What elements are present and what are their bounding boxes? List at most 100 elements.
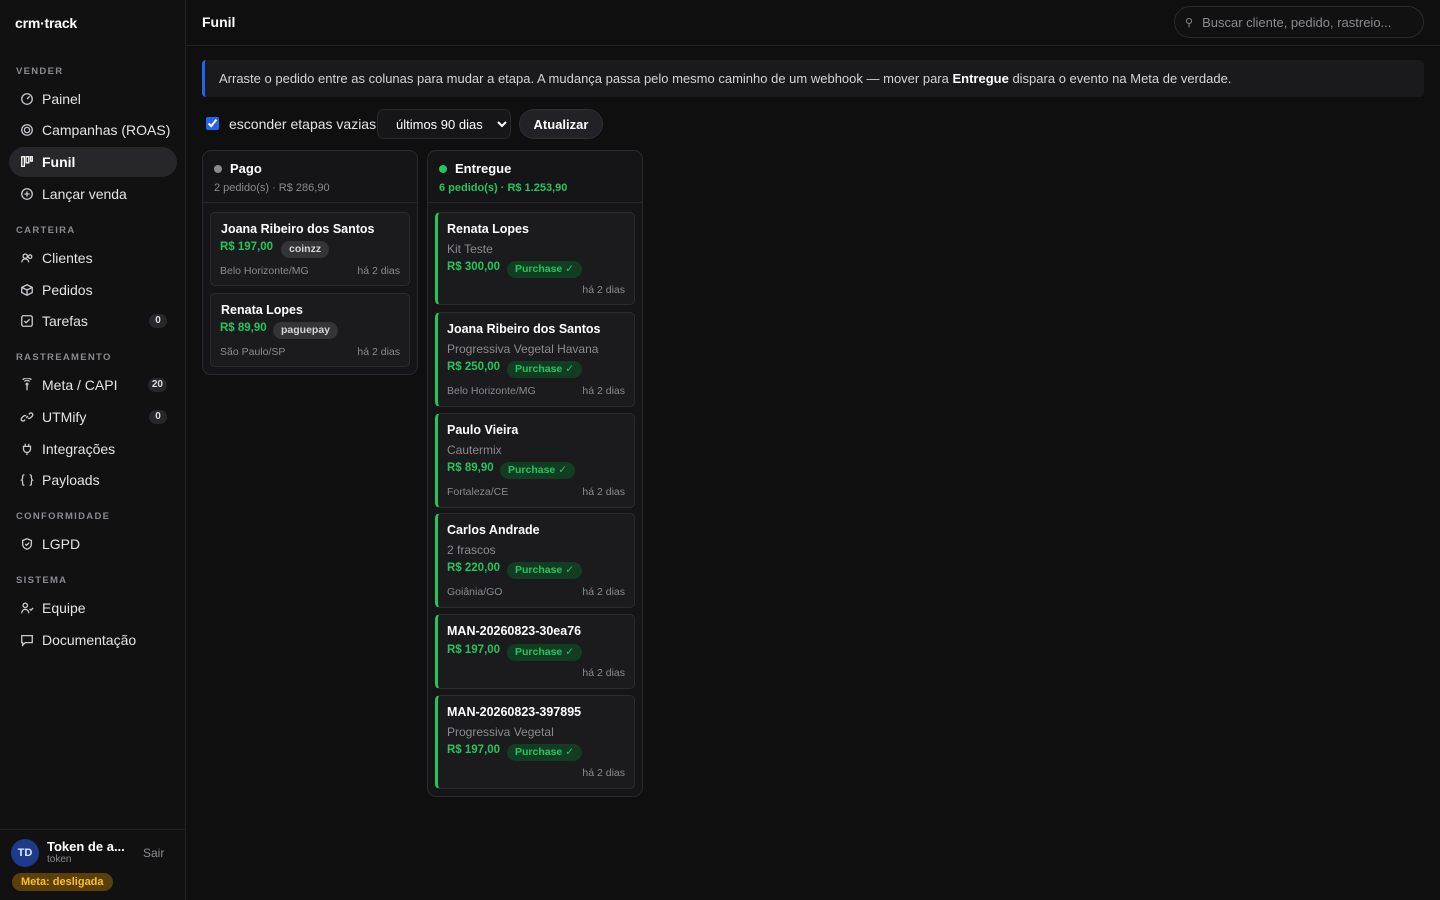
target-icon — [20, 123, 34, 137]
meta-status-badge: Meta: desligada — [12, 873, 113, 891]
page-title: Funil — [202, 14, 236, 30]
column-header: Entregue 6 pedido(s) · R$ 1.253,90 — [428, 151, 642, 203]
checkbox-icon — [20, 314, 34, 328]
sidebar-item-lancar-venda[interactable]: Lançar venda — [9, 179, 177, 209]
card-price: R$ 89,90 — [220, 322, 267, 334]
sidebar-item-label: Equipe — [42, 600, 86, 616]
card-location: Goiânia/GO — [447, 586, 503, 598]
order-card[interactable]: Renata Lopes Kit Teste R$ 300,00 Purchas… — [435, 212, 635, 305]
section-carteira: CARTEIRA — [16, 225, 76, 236]
card-time: há 2 dias — [582, 767, 625, 779]
order-card[interactable]: Carlos Andrade 2 frascos R$ 220,00 Purch… — [435, 513, 635, 608]
card-location: São Paulo/SP — [220, 346, 286, 358]
section-vender: VENDER — [16, 66, 64, 77]
sidebar-item-equipe[interactable]: Equipe — [9, 593, 177, 623]
broadcast-icon — [20, 378, 34, 392]
count-badge: 0 — [149, 314, 167, 328]
card-customer-name: Renata Lopes — [221, 303, 303, 317]
card-customer-name: Renata Lopes — [447, 222, 529, 236]
column-title: Entregue — [455, 161, 512, 176]
user-group-icon — [20, 601, 34, 615]
card-price: R$ 89,90 — [447, 462, 494, 474]
sidebar-item-painel[interactable]: Painel — [9, 84, 177, 114]
banner-highlight: Entregue — [952, 71, 1009, 86]
gateway-tag: coinzz — [281, 241, 330, 258]
column-summary: 2 pedido(s) · R$ 286,90 — [214, 182, 330, 194]
section-rastreamento: RASTREAMENTO — [16, 352, 112, 363]
order-card[interactable]: Renata Lopes R$ 89,90 paguepay São Paulo… — [210, 293, 410, 367]
sidebar-item-documentacao[interactable]: Documentação — [9, 625, 177, 655]
column-header: Pago 2 pedido(s) · R$ 286,90 — [203, 151, 417, 203]
refresh-button[interactable]: Atualizar — [519, 109, 603, 139]
banner-text-end: dispara o evento na Meta de verdade. — [1008, 71, 1232, 86]
sidebar-item-campanhas[interactable]: Campanhas (ROAS) — [9, 115, 177, 145]
sidebar-item-tarefas[interactable]: Tarefas 0 — [9, 306, 177, 336]
card-location: Belo Horizonte/MG — [220, 265, 309, 277]
sidebar-item-label: Painel — [42, 91, 81, 107]
purchase-event-tag: Purchase ✓ — [507, 644, 582, 661]
purchase-event-tag: Purchase ✓ — [507, 562, 582, 579]
sidebar-item-utmify[interactable]: UTMify 0 — [9, 402, 177, 432]
section-sistema: SISTEMA — [16, 575, 68, 586]
card-time: há 2 dias — [357, 265, 400, 277]
card-product: Cautermix — [447, 443, 502, 457]
card-time: há 2 dias — [357, 346, 400, 358]
card-order-id: MAN-20260823-30ea76 — [447, 624, 582, 638]
sidebar-item-label: Meta / CAPI — [42, 377, 118, 393]
card-price: R$ 197,00 — [220, 241, 274, 253]
hide-empty-label[interactable]: esconder etapas vazias — [229, 116, 376, 132]
card-location: Belo Horizonte/MG — [447, 385, 536, 397]
purchase-event-tag: Purchase ✓ — [507, 261, 582, 278]
column-entregue: Entregue 6 pedido(s) · R$ 1.253,90 Renat… — [427, 150, 643, 797]
banner-text: Arraste o pedido entre as colunas para m… — [219, 71, 953, 86]
gauge-icon — [20, 92, 34, 106]
app-logo[interactable]: crm·track — [15, 15, 77, 31]
search-input[interactable] — [1202, 14, 1403, 30]
sidebar-item-clientes[interactable]: Clientes — [9, 243, 177, 273]
order-card[interactable]: Joana Ribeiro dos Santos R$ 197,00 coinz… — [210, 212, 410, 286]
sidebar-item-label: Documentação — [42, 632, 137, 648]
card-order-id: MAN-20260823-397895 — [447, 705, 582, 719]
user-panel: TD Token de a... token Sair Meta: deslig… — [0, 829, 186, 900]
sidebar: crm·track VENDER Painel Campanhas (ROAS)… — [0, 0, 186, 900]
sidebar-item-label: Pedidos — [42, 282, 93, 298]
sidebar-item-label: Clientes — [42, 250, 93, 266]
gateway-tag: paguepay — [273, 322, 339, 339]
card-time: há 2 dias — [582, 586, 625, 598]
hide-empty-checkbox[interactable] — [206, 117, 219, 130]
status-dot — [439, 165, 447, 173]
chat-icon — [20, 633, 34, 647]
sidebar-item-label: Tarefas — [42, 313, 88, 329]
sidebar-item-funil[interactable]: Funil — [9, 147, 177, 177]
sidebar-item-label: Payloads — [42, 472, 100, 488]
sidebar-item-lgpd[interactable]: LGPD — [9, 529, 177, 559]
logout-button[interactable]: Sair — [143, 846, 164, 860]
link-icon — [20, 410, 34, 424]
user-name: Token de a... — [47, 839, 125, 854]
search-box[interactable]: ⚲ — [1174, 6, 1424, 38]
sidebar-item-label: UTMify — [42, 409, 87, 425]
order-card[interactable]: MAN-20260823-30ea76 R$ 197,00 Purchase ✓… — [435, 614, 635, 689]
sidebar-item-meta-capi[interactable]: Meta / CAPI 20 — [9, 370, 177, 400]
kanban-icon — [20, 155, 34, 169]
user-role: token — [47, 854, 72, 865]
sidebar-item-payloads[interactable]: Payloads — [9, 465, 177, 495]
sidebar-item-label: LGPD — [42, 536, 81, 552]
order-card[interactable]: MAN-20260823-397895 Progressiva Vegetal … — [435, 695, 635, 789]
order-card[interactable]: Paulo Vieira Cautermix R$ 89,90 Purchase… — [435, 413, 635, 508]
card-customer-name: Joana Ribeiro dos Santos — [447, 322, 601, 336]
card-time: há 2 dias — [582, 284, 625, 296]
topbar: Funil ⚲ — [186, 0, 1440, 46]
status-dot — [214, 165, 222, 173]
order-card[interactable]: Joana Ribeiro dos Santos Progressiva Veg… — [435, 312, 635, 407]
card-price: R$ 220,00 — [447, 562, 501, 574]
card-product: Progressiva Vegetal — [447, 725, 554, 739]
plus-circle-icon — [20, 187, 34, 201]
sidebar-item-pedidos[interactable]: Pedidos — [9, 275, 177, 305]
info-banner: Arraste o pedido entre as colunas para m… — [202, 60, 1424, 97]
purchase-event-tag: Purchase ✓ — [507, 744, 582, 761]
avatar[interactable]: TD — [11, 839, 39, 867]
period-select[interactable]: últimos 90 dias — [377, 109, 511, 139]
sidebar-item-integracoes[interactable]: Integrações — [9, 434, 177, 464]
column-pago: Pago 2 pedido(s) · R$ 286,90 Joana Ribei… — [202, 150, 418, 375]
